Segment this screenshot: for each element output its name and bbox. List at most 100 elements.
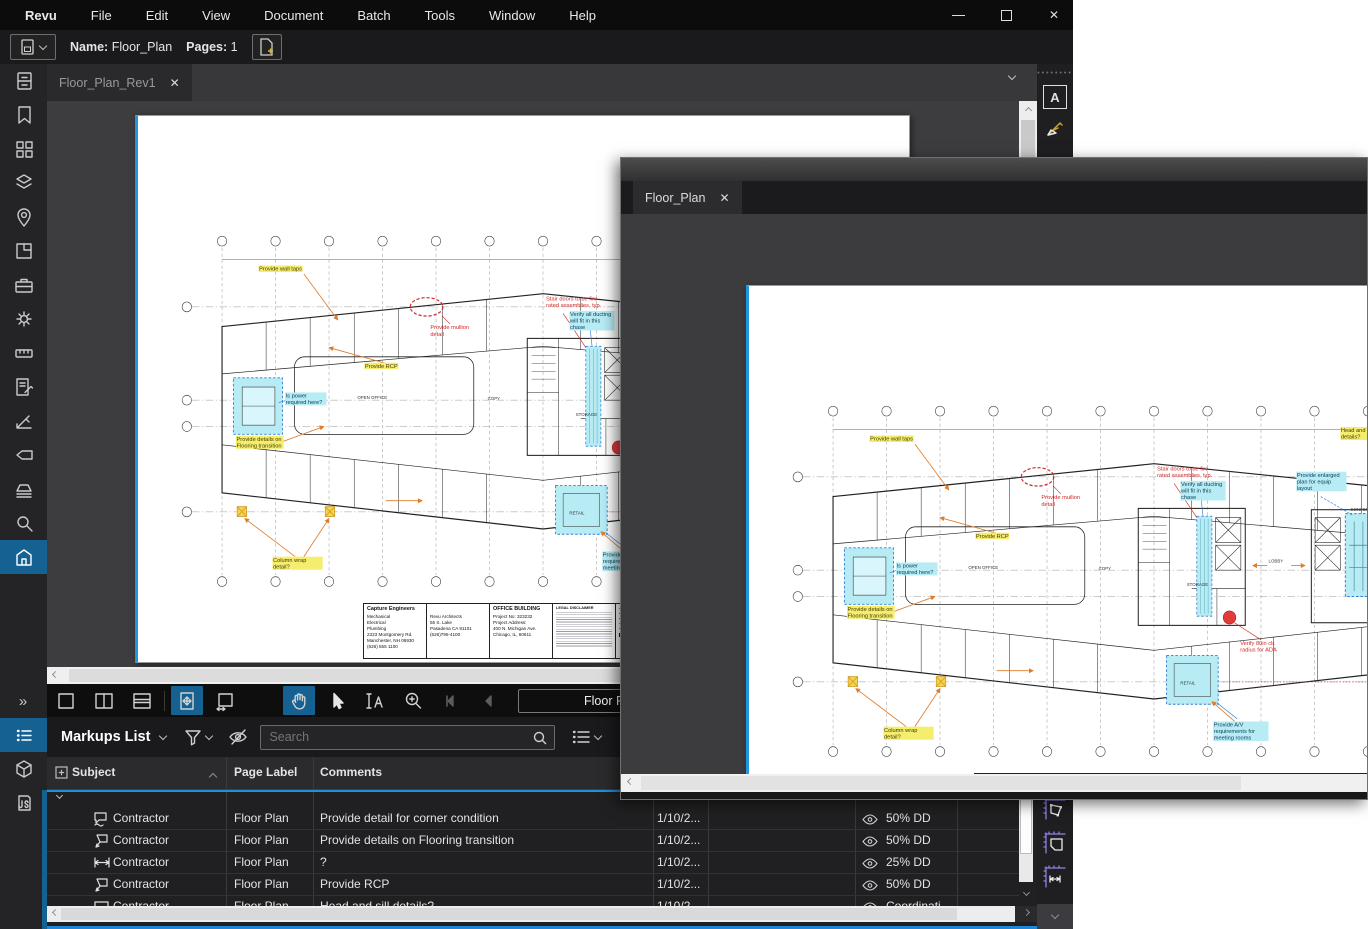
status-cell[interactable]: 50% DD: [886, 833, 931, 847]
fit-page-button[interactable]: [209, 686, 241, 715]
column-page-label[interactable]: Page Label: [234, 765, 297, 779]
scroll-left-icon[interactable]: [626, 778, 633, 785]
sidebar-item-spaces[interactable]: [0, 234, 47, 268]
sidebar-item-studio[interactable]: [0, 540, 47, 574]
markups-menu-chevron-icon[interactable]: [159, 731, 167, 739]
status-cell[interactable]: 50% DD: [886, 877, 931, 891]
status-cell[interactable]: 50% DD: [886, 811, 931, 825]
sidebar-item-3d-model[interactable]: [0, 752, 47, 786]
profile-dropdown-button[interactable]: [10, 34, 56, 60]
calibrate-tool[interactable]: [1037, 113, 1073, 143]
panel-collapse-button[interactable]: [1037, 904, 1073, 929]
sidebar-item-thumbnails[interactable]: [0, 132, 47, 166]
tab-overflow-chevron-icon[interactable]: [1008, 72, 1016, 80]
sidebar-item-flags[interactable]: [0, 438, 47, 472]
table-row[interactable]: Contractor Floor Plan Provide detail for…: [47, 808, 1019, 830]
hide-markups-button[interactable]: [226, 724, 252, 750]
scrollbar-thumb[interactable]: [61, 908, 957, 920]
floating-document-window[interactable]: Floor_Plan ✕: [620, 157, 1368, 800]
sidebar-expand-button[interactable]: »: [0, 684, 47, 718]
column-comments[interactable]: Comments: [320, 765, 382, 779]
menu-window[interactable]: Window: [472, 0, 552, 30]
table-row[interactable]: Contractor Floor Plan Head and sill deta…: [47, 896, 1019, 906]
close-button[interactable]: ✕: [1043, 4, 1065, 26]
select-tool-button[interactable]: [321, 686, 353, 715]
single-page-view-button[interactable]: [50, 686, 82, 715]
scrollbar-thumb[interactable]: [69, 669, 629, 682]
status-cell[interactable]: Coordinati: [886, 899, 941, 906]
scrollbar-thumb[interactable]: [641, 776, 1241, 790]
split-view-button[interactable]: [126, 686, 158, 715]
sidebar-item-layers[interactable]: [0, 166, 47, 200]
visibility-eye-icon[interactable]: [862, 880, 878, 894]
visibility-eye-icon[interactable]: [862, 858, 878, 872]
table-row[interactable]: Contractor Floor Plan Provide details on…: [47, 830, 1019, 852]
tab-floor-plan-rev1[interactable]: Floor_Plan_Rev1 ✕: [47, 64, 192, 101]
side-by-side-view-button[interactable]: [88, 686, 120, 715]
menu-revu[interactable]: Revu: [0, 0, 74, 30]
expand-all-button[interactable]: [55, 766, 69, 783]
menu-document[interactable]: Document: [247, 0, 340, 30]
visibility-eye-icon[interactable]: [862, 836, 878, 850]
filter-chevron-icon[interactable]: [205, 731, 213, 739]
area-measure-tool[interactable]: [1037, 828, 1073, 858]
table-row[interactable]: Contractor Floor Plan ? 1/10/2... 25% DD: [47, 852, 1019, 874]
drag-handle-icon[interactable]: ••••••••: [1037, 70, 1073, 77]
scroll-up-icon[interactable]: [1024, 107, 1031, 114]
search-input[interactable]: [261, 730, 521, 744]
sidebar-item-sets[interactable]: [0, 472, 47, 506]
sidebar-item-measurements[interactable]: [0, 336, 47, 370]
sidebar-item-places[interactable]: [0, 200, 47, 234]
select-text-button[interactable]: [359, 686, 391, 715]
collapse-group-icon[interactable]: [56, 792, 63, 799]
sidebar-item-search[interactable]: [0, 506, 47, 540]
scroll-right-icon[interactable]: [1022, 909, 1029, 916]
menu-help[interactable]: Help: [552, 0, 613, 30]
menu-file[interactable]: File: [74, 0, 129, 30]
pdf-page[interactable]: OPEN OFFICE LOBBY RETAIL CONFERENCE STOR…: [746, 285, 1367, 776]
sidebar-item-properties[interactable]: [0, 302, 47, 336]
table-row[interactable]: Contractor Floor Plan Provide RCP 1/10/2…: [47, 874, 1019, 896]
previous-page-button[interactable]: [473, 686, 505, 715]
pan-tool-button[interactable]: [283, 686, 315, 715]
floating-horizontal-scrollbar[interactable]: [621, 774, 1367, 792]
sidebar-item-calibrate[interactable]: [0, 404, 47, 438]
markup-text-tool[interactable]: A: [1043, 85, 1067, 109]
sidebar-item-javascript[interactable]: [0, 786, 47, 820]
markups-search[interactable]: [260, 725, 555, 750]
menu-batch[interactable]: Batch: [340, 0, 407, 30]
menu-edit[interactable]: Edit: [129, 0, 185, 30]
filter-button[interactable]: [180, 724, 206, 750]
sidebar-item-bookmarks[interactable]: [0, 98, 47, 132]
floating-document-view[interactable]: OPEN OFFICE LOBBY RETAIL CONFERENCE STOR…: [621, 214, 1367, 776]
visibility-eye-icon[interactable]: [862, 814, 878, 828]
close-icon[interactable]: ✕: [719, 191, 729, 205]
table-vertical-scrollbar[interactable]: [1019, 790, 1033, 906]
pan-page-button[interactable]: [171, 686, 203, 715]
zoom-tool-button[interactable]: [397, 686, 429, 715]
sidebar-item-tool-chest[interactable]: [0, 268, 47, 302]
insert-page-button[interactable]: [252, 34, 282, 60]
status-cell[interactable]: 25% DD: [886, 855, 931, 869]
menu-tools[interactable]: Tools: [408, 0, 472, 30]
close-icon[interactable]: ✕: [170, 76, 180, 90]
menu-view[interactable]: View: [185, 0, 247, 30]
sidebar-item-file-access[interactable]: [0, 64, 47, 98]
maximize-button[interactable]: [995, 4, 1017, 26]
floating-window-titlebar[interactable]: [621, 158, 1367, 181]
markup-annotations[interactable]: Provide wall taps Head and sill details?…: [847, 427, 1367, 748]
scroll-left-icon[interactable]: [51, 670, 58, 677]
columns-chevron-icon[interactable]: [594, 731, 602, 739]
sidebar-item-markups-summary[interactable]: [0, 370, 47, 404]
columns-menu-button[interactable]: [569, 724, 595, 750]
tab-floor-plan[interactable]: Floor_Plan ✕: [633, 181, 742, 214]
scroll-left-icon[interactable]: [51, 909, 58, 916]
sort-ascending-icon[interactable]: [210, 769, 216, 783]
scrollbar-thumb[interactable]: [1020, 798, 1032, 854]
first-page-button[interactable]: [435, 686, 467, 715]
minimize-button[interactable]: [947, 4, 969, 26]
column-subject[interactable]: Subject: [72, 765, 115, 779]
sidebar-item-markups-list[interactable]: [0, 718, 47, 752]
length-measure-tool[interactable]: [1037, 862, 1073, 892]
scroll-down-icon[interactable]: [1022, 889, 1029, 896]
